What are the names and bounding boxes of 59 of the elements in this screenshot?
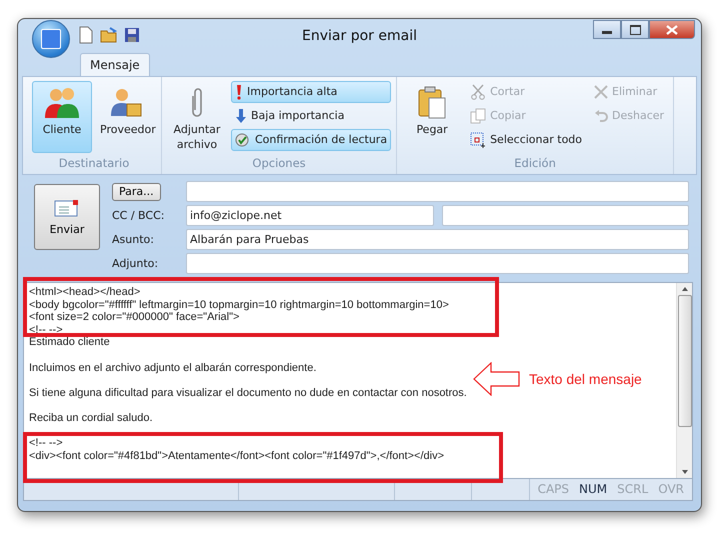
- message-line: <font size=2 color="#000000" face="Arial">: [29, 311, 240, 324]
- status-indicator: OVR: [658, 482, 684, 497]
- clipboard-icon: [417, 86, 448, 120]
- send-button[interactable]: Enviar: [34, 184, 100, 250]
- message-line: <!-- -->: [29, 437, 64, 450]
- copy-icon: [470, 108, 486, 124]
- group-label: Destinatario: [58, 156, 130, 172]
- select-all-icon: [470, 132, 486, 148]
- subject-label: Asunto:: [112, 233, 154, 246]
- cc-field[interactable]: info@ziclope.net: [186, 205, 434, 226]
- maximize-button[interactable]: [621, 20, 649, 39]
- to-field[interactable]: [186, 181, 689, 202]
- group-label: Opciones: [251, 156, 307, 172]
- ribbon-button[interactable]: Adjuntar archivo: [167, 80, 227, 153]
- message-line: <body bgcolor="#ffffff" leftmargin=10 topmargin=10 rightmargin=10 bottommargin=10>: [29, 298, 450, 312]
- to-button[interactable]: Para...: [112, 182, 161, 201]
- ribbon-button[interactable]: Importancia alta: [231, 80, 392, 103]
- status-indicator: NUM: [579, 482, 608, 497]
- check-icon: [235, 132, 251, 147]
- ribbon-button[interactable]: Confirmación de lectura: [231, 128, 392, 151]
- folder-icon[interactable]: [100, 27, 118, 43]
- group-label: Edición: [513, 156, 557, 172]
- undo-icon: [594, 108, 608, 123]
- scrollbar[interactable]: [676, 283, 692, 478]
- bcc-field[interactable]: [442, 205, 689, 226]
- window-title: Enviar por email: [302, 28, 417, 44]
- ribbon-tab[interactable]: Mensaje: [80, 52, 150, 76]
- ribbon-button[interactable]: Seleccionar todo: [466, 128, 586, 151]
- ribbon-button[interactable]: Cliente: [32, 80, 92, 153]
- message-line: Si tiene alguna dificultad para visualizar el documento no dude en contactar con nosotros.: [29, 386, 468, 400]
- message-line: Estimado cliente: [29, 336, 111, 350]
- attachment-label: Adjunto:: [112, 257, 158, 270]
- message-line: Reciba un cordial saludo.: [29, 412, 154, 425]
- cc-label: CC / BCC:: [112, 209, 164, 222]
- message-line: <html><head></head>: [29, 286, 142, 299]
- envelope-icon: [54, 198, 80, 217]
- scissors-icon: [470, 84, 486, 100]
- x-icon: [594, 84, 608, 99]
- message-editor[interactable]: [23, 282, 693, 479]
- status-indicator: SCRL: [617, 482, 648, 497]
- annotation-label: Texto del mensaje: [529, 371, 642, 388]
- exclamation-icon: [235, 84, 243, 100]
- document-icon[interactable]: [78, 26, 94, 44]
- message-line: <!-- -->: [29, 324, 64, 336]
- message-line: Incluimos en el archivo adjunto el albarán correspondiente.: [29, 362, 318, 374]
- subject-field[interactable]: Albarán para Pruebas: [186, 229, 689, 250]
- ribbon-button[interactable]: Pegar: [402, 80, 462, 153]
- close-button[interactable]: [649, 20, 695, 39]
- attachment-field[interactable]: [186, 253, 689, 274]
- close-icon: [666, 24, 678, 34]
- app-orb-icon[interactable]: [32, 20, 70, 58]
- ribbon-button[interactable]: Baja importancia: [231, 104, 392, 127]
- down-arrow-icon: [235, 108, 247, 124]
- minimize-button[interactable]: [593, 20, 621, 39]
- ribbon-button[interactable]: Proveedor: [96, 80, 156, 153]
- status-indicator: CAPS: [538, 482, 570, 497]
- left-arrow-annotation: [473, 362, 521, 396]
- people-icon: [44, 86, 80, 120]
- message-line: <div><font color="#4f81bd">Atentamente</font><font color="#1f497d">,</font></div>: [29, 450, 445, 462]
